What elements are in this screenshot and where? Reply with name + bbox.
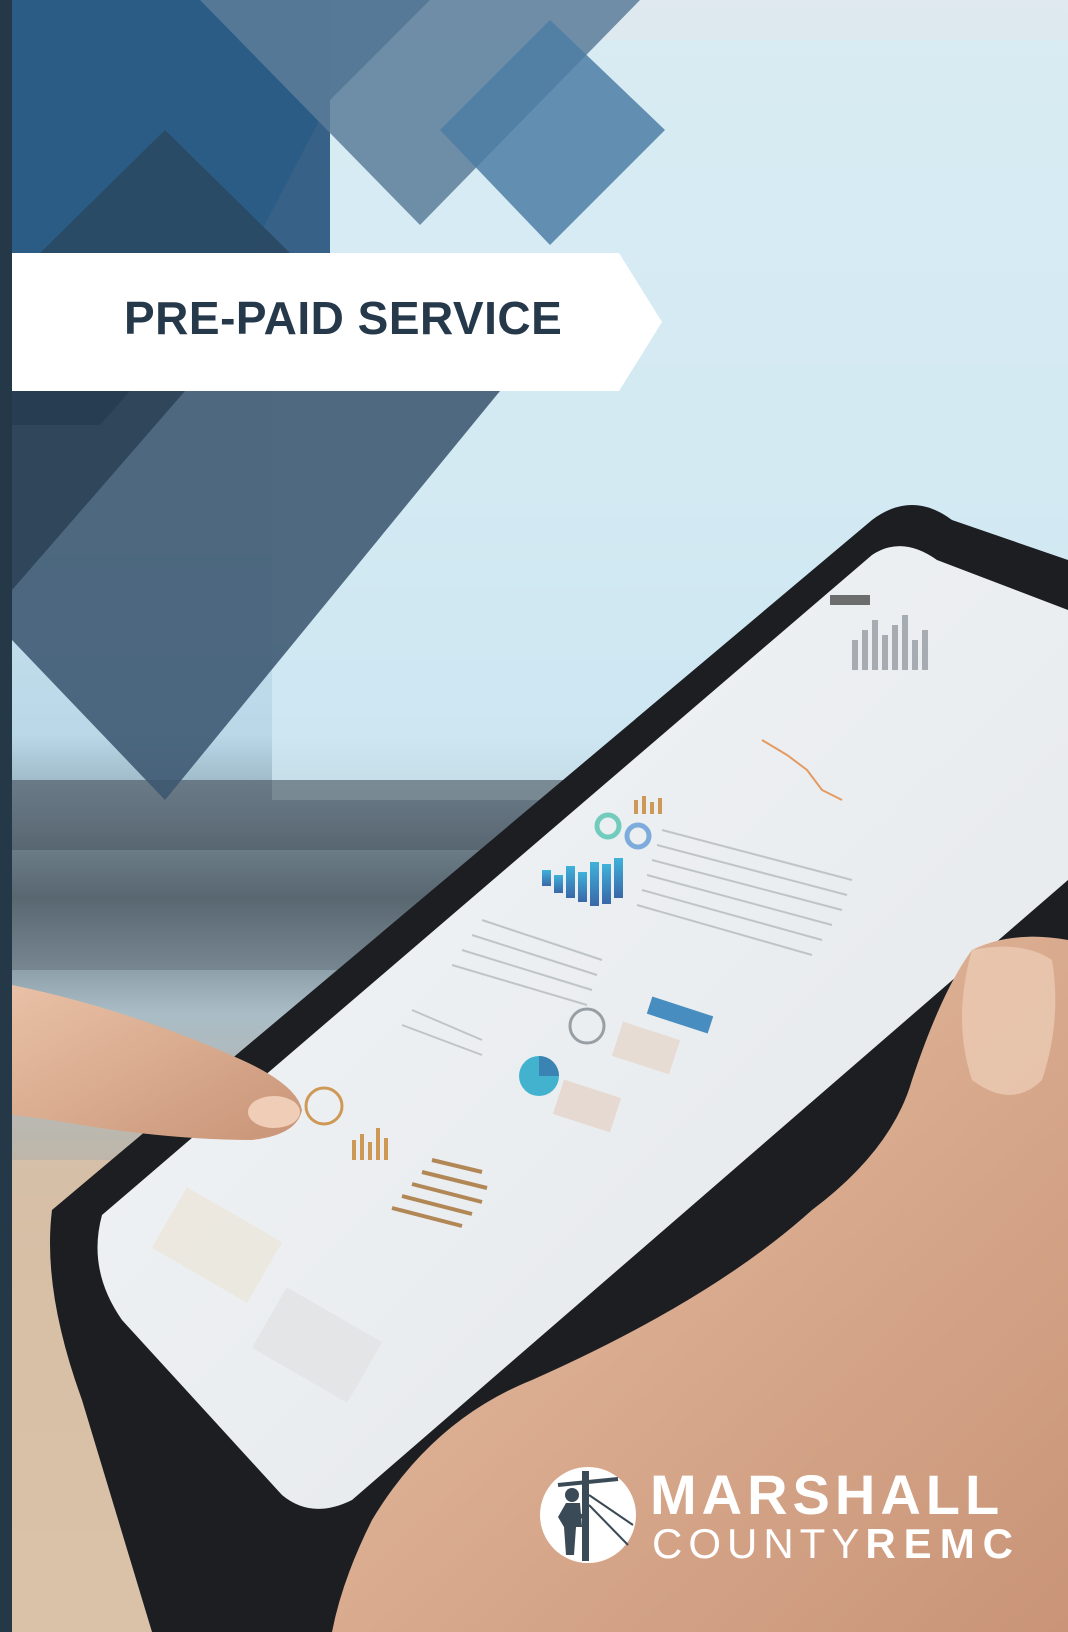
- page-title: PRE-PAID SERVICE: [124, 292, 563, 344]
- logo-name-county-remc: COUNTYREMC: [652, 1521, 1021, 1567]
- company-logo: MARSHALL COUNTYREMC: [538, 1465, 1038, 1575]
- logo-remc: REMC: [865, 1520, 1022, 1567]
- title-banner: PRE-PAID SERVICE: [12, 253, 662, 391]
- logo-county: COUNTY: [652, 1520, 866, 1567]
- lineworker-on-pole-icon: [538, 1465, 638, 1565]
- brochure-cover: PRE-PAID SERVICE MARSHALL COUNTYREMC: [0, 0, 1068, 1632]
- logo-name-marshall: MARSHALL: [650, 1463, 1005, 1526]
- diamond-pattern: [0, 0, 700, 820]
